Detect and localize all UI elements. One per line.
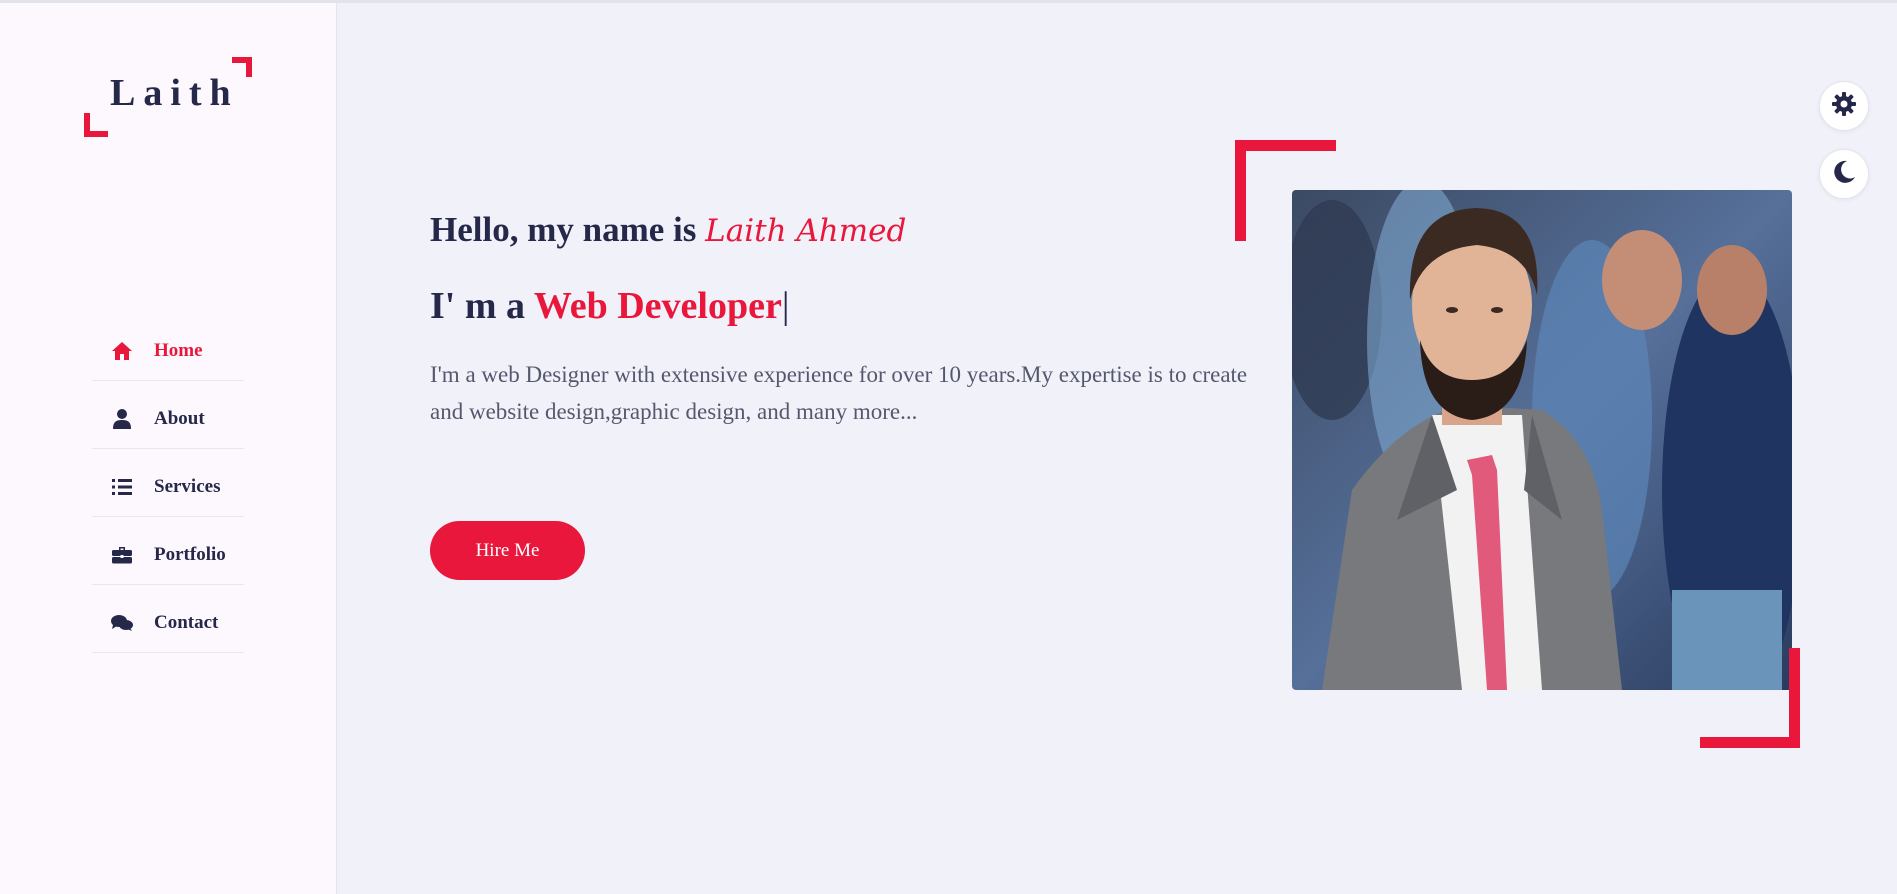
intro-description: I'm a web Designer with extensive experi… <box>430 362 1248 424</box>
hire-me-button[interactable]: Hire Me <box>430 521 585 580</box>
user-icon <box>110 408 134 430</box>
nav-item-portfolio[interactable]: Portfolio <box>92 517 244 585</box>
theme-toggle-button[interactable] <box>1819 149 1869 199</box>
nav-item-label: About <box>154 407 205 429</box>
nav-item-label: Portfolio <box>154 543 226 565</box>
photo-frame-bottom-right <box>1700 648 1800 748</box>
role-heading: I' m a Web Developer| <box>430 284 1250 336</box>
page: Laith Home About Services Portfolio Cont… <box>0 0 1897 894</box>
logo[interactable]: Laith <box>84 57 254 137</box>
greeting-prefix: Hello, my name is <box>430 210 697 249</box>
logo-text: Laith <box>110 72 239 114</box>
home-icon <box>110 340 134 362</box>
hero-section: Hello, my name is Laith Ahmed I' m a Web… <box>430 210 1250 580</box>
briefcase-icon <box>110 544 134 566</box>
nav-item-home[interactable]: Home <box>92 313 244 381</box>
typing-cursor: | <box>781 285 790 327</box>
sidebar: Laith Home About Services Portfolio Cont… <box>0 3 337 894</box>
owner-name: Laith Ahmed <box>705 213 907 249</box>
nav-item-label: Home <box>154 339 203 361</box>
greeting-heading: Hello, my name is Laith Ahmed <box>430 210 1250 262</box>
nav-item-about[interactable]: About <box>92 381 244 449</box>
profile-photo <box>1292 190 1792 690</box>
comments-icon <box>110 612 134 634</box>
logo-corner-bottom-left <box>84 113 108 137</box>
list-icon <box>110 476 134 498</box>
nav-item-services[interactable]: Services <box>92 449 244 517</box>
settings-button[interactable] <box>1819 81 1869 131</box>
nav-item-label: Contact <box>154 611 219 633</box>
nav-item-contact[interactable]: Contact <box>92 585 244 653</box>
main-nav: Home About Services Portfolio Contact <box>92 313 244 653</box>
gear-icon <box>1831 91 1857 122</box>
moon-icon <box>1831 159 1857 190</box>
role-title: Web Developer <box>533 285 782 327</box>
nav-item-label: Services <box>154 475 221 497</box>
role-prefix: I' m a <box>430 285 525 327</box>
profile-photo-container <box>1235 140 1800 750</box>
